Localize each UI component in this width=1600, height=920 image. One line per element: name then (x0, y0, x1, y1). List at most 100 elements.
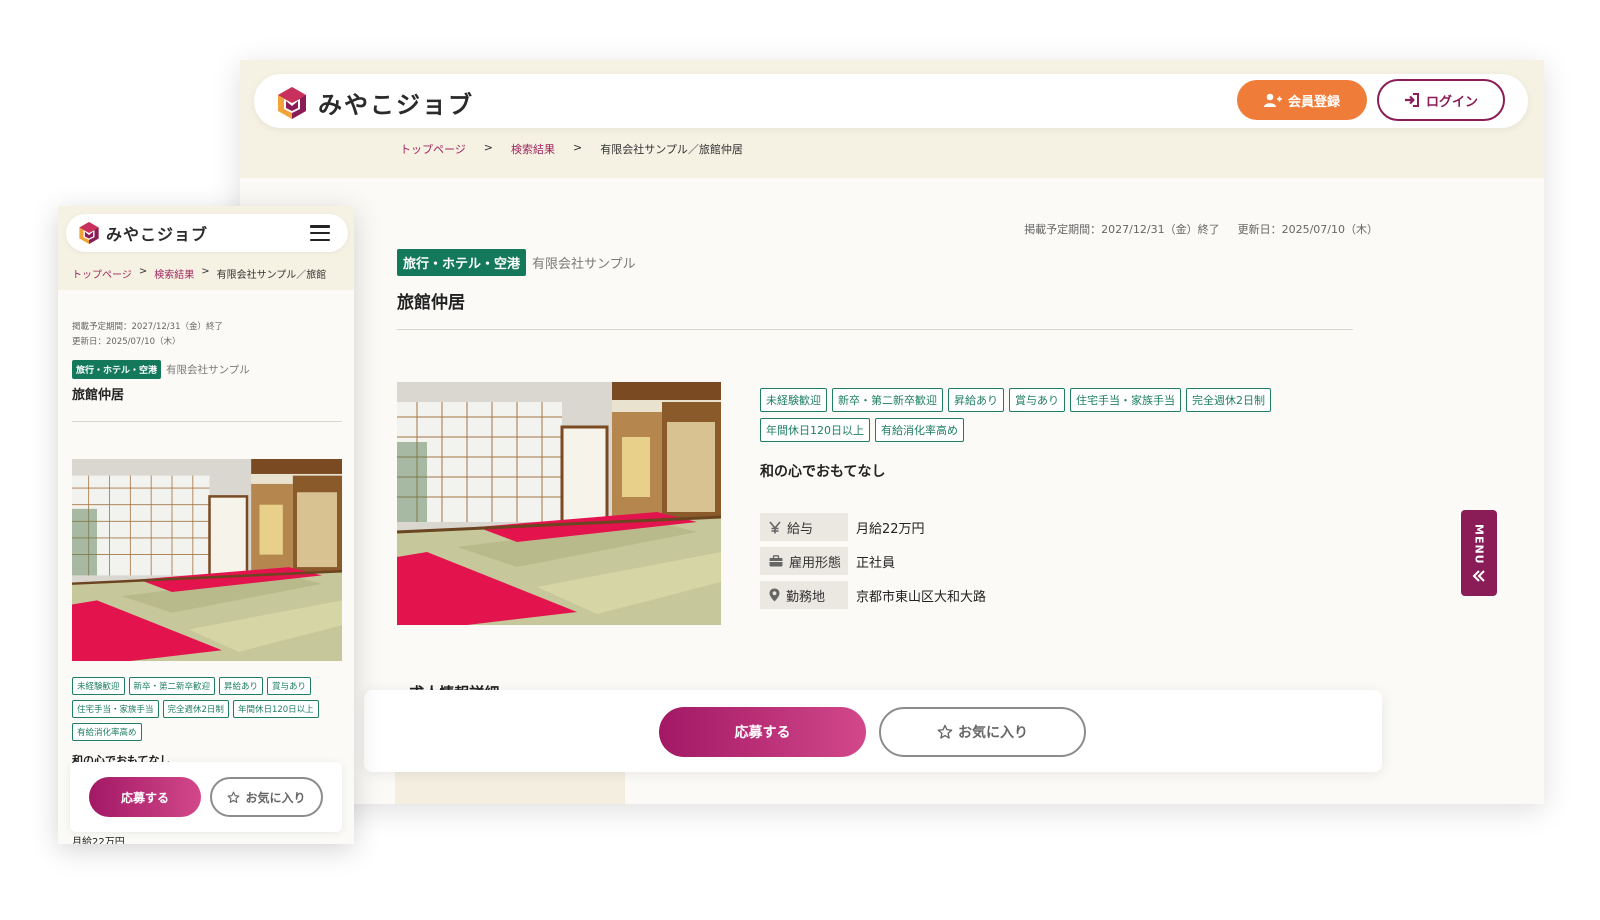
site-logo[interactable]: みやこジョブ (276, 85, 474, 120)
desktop-view: みやこジョブ 会員登録 ログイン トップページ > 検索結果 > 有限会社サンプ… (240, 60, 1544, 804)
posting-period: 掲載予定期間：2027/12/31（金）終了 (1024, 223, 1220, 236)
action-bar: 応募する お気に入り (70, 762, 342, 832)
logo-text: みやこジョブ (106, 225, 209, 244)
info-label: 勤務地 (786, 589, 826, 605)
breadcrumb-separator: > (483, 141, 493, 154)
mobile-view: みやこジョブ トップページ > 検索結果 > 有限会社サンプル／旅館 掲載予定期… (58, 206, 354, 844)
job-photo (72, 459, 342, 661)
updated-date: 更新日：2025/07/10（木） (1237, 223, 1378, 236)
action-bar: 応募する お気に入り (364, 690, 1382, 772)
info-label-cell: 雇用形態 (760, 547, 848, 575)
breadcrumb-separator: > (138, 266, 148, 277)
hamburger-menu-icon[interactable] (310, 225, 330, 241)
posting-meta: 掲載予定期間：2027/12/31（金）終了 更新日：2025/07/10（木） (72, 320, 223, 350)
breadcrumb-results[interactable]: 検索結果 (154, 266, 194, 281)
feature-tag: 住宅手当・家族手当 (1070, 388, 1181, 412)
logo-mark-icon (278, 86, 306, 119)
category-row: 旅行・ホテル・空港 有限会社サンプル (397, 249, 636, 276)
apply-button[interactable]: 応募する (659, 707, 866, 757)
sign-in-icon (1404, 93, 1419, 107)
job-summary: 給与 月給22万円雇用形態 正社員勤務地 京都市東山区大和大路 (760, 513, 986, 609)
feature-tag: 賞与あり (267, 677, 312, 695)
divider (397, 329, 1353, 330)
info-row: 雇用形態 正社員 (760, 547, 986, 575)
logo-mark-icon (79, 222, 99, 244)
menu-label: MENU (1472, 523, 1486, 565)
job-photo (397, 382, 721, 625)
menu-tab[interactable]: MENU (1461, 510, 1497, 596)
category-row: 旅行・ホテル・空港 有限会社サンプル (72, 360, 250, 379)
info-label-cell: 給与 (760, 513, 848, 541)
feature-tag: 昇給あり (948, 388, 1004, 412)
site-logo[interactable]: みやこジョブ (78, 221, 208, 245)
updated-date: 更新日：2025/07/10（木） (72, 337, 181, 347)
company-name: 有限会社サンプル (532, 257, 636, 272)
site-header: みやこジョブ (66, 214, 348, 252)
feature-tag: 新卒・第二新卒歓迎 (832, 388, 943, 412)
feature-tag: 完全週休2日制 (1186, 388, 1271, 412)
feature-tag: 完全週休2日制 (162, 700, 229, 718)
info-label: 雇用形態 (789, 555, 842, 571)
feature-tag: 住宅手当・家族手当 (72, 700, 159, 718)
feature-tag: 未経験歓迎 (760, 388, 827, 412)
info-label-cell: 勤務地 (760, 581, 848, 609)
tatami-room-image (72, 459, 342, 661)
feature-tag: 昇給あり (219, 677, 264, 695)
info-value: 月給22万円 (856, 521, 925, 537)
posting-period: 掲載予定期間：2027/12/31（金）終了 (72, 322, 223, 332)
apply-button[interactable]: 応募する (89, 777, 201, 817)
category-badge: 旅行・ホテル・空港 (397, 249, 527, 276)
favorite-button[interactable]: お気に入り (879, 707, 1086, 757)
yen-icon (769, 520, 781, 534)
posting-meta: 掲載予定期間：2027/12/31（金）終了 更新日：2025/07/10（木） (1024, 221, 1378, 237)
info-value: 京都市東山区大和大路 (856, 589, 987, 605)
breadcrumb: トップページ > 検索結果 > 有限会社サンプル／旅館仲居 (400, 141, 743, 157)
map-pin-icon (769, 588, 780, 602)
page-footer-band (395, 772, 625, 804)
apply-label: 応募する (120, 790, 169, 805)
logo-text: みやこジョブ (318, 91, 474, 119)
star-icon (937, 724, 953, 739)
login-label: ログイン (1425, 94, 1478, 110)
breadcrumb-home[interactable]: トップページ (400, 141, 466, 157)
feature-tags: 未経験歓迎 新卒・第二新卒歓迎 昇給あり 賞与あり住宅手当・家族手当 完全週休2日制 年間… (72, 677, 347, 741)
feature-tag: 未経験歓迎 (72, 677, 125, 695)
briefcase-icon (769, 555, 783, 567)
info-label: 給与 (787, 521, 814, 537)
apply-label: 応募する (734, 725, 791, 741)
feature-tag: 有給消化率高め (875, 418, 964, 442)
company-name: 有限会社サンプル (166, 364, 250, 376)
feature-tags: 未経験歓迎 新卒・第二新卒歓迎 昇給あり 賞与あり 住宅手当・家族手当 完全週休2日制年間… (760, 388, 1320, 442)
breadcrumb-results[interactable]: 検索結果 (511, 141, 555, 157)
catchphrase: 和の心でおもてなし (760, 464, 886, 480)
divider (72, 421, 342, 422)
job-title: 旅館仲居 (397, 293, 465, 313)
login-button[interactable]: ログイン (1377, 79, 1505, 121)
register-label: 会員登録 (1287, 94, 1340, 110)
feature-tag: 年間休日120日以上 (232, 700, 319, 718)
double-chevron-left-icon (1472, 570, 1485, 583)
info-row: 勤務地 京都市東山区大和大路 (760, 581, 986, 609)
category-badge: 旅行・ホテル・空港 (72, 360, 162, 379)
breadcrumb-current: 有限会社サンプル／旅館 (216, 270, 327, 281)
favorite-label: お気に入り (245, 790, 306, 805)
star-icon (228, 791, 240, 803)
feature-tag: 賞与あり (1009, 388, 1065, 412)
breadcrumb-separator: > (573, 141, 583, 154)
breadcrumb: トップページ > 検索結果 > 有限会社サンプル／旅館 (72, 266, 326, 281)
breadcrumb-home[interactable]: トップページ (72, 266, 132, 281)
tatami-room-image (397, 382, 721, 625)
register-button[interactable]: 会員登録 (1237, 80, 1367, 120)
feature-tag: 有給消化率高め (72, 723, 142, 741)
breadcrumb-current: 有限会社サンプル／旅館仲居 (600, 143, 743, 156)
feature-tag: 新卒・第二新卒歓迎 (128, 677, 216, 695)
info-value: 正社員 (856, 555, 896, 571)
info-row: 給与 月給22万円 (760, 513, 986, 541)
salary-value: 月給22万円 (72, 837, 125, 844)
favorite-label: お気に入り (958, 725, 1028, 741)
feature-tag: 年間休日120日以上 (760, 418, 870, 442)
favorite-button[interactable]: お気に入り (210, 777, 323, 817)
breadcrumb-separator: > (201, 266, 210, 277)
job-title: 旅館仲居 (72, 388, 125, 403)
user-plus-icon (1263, 93, 1282, 107)
